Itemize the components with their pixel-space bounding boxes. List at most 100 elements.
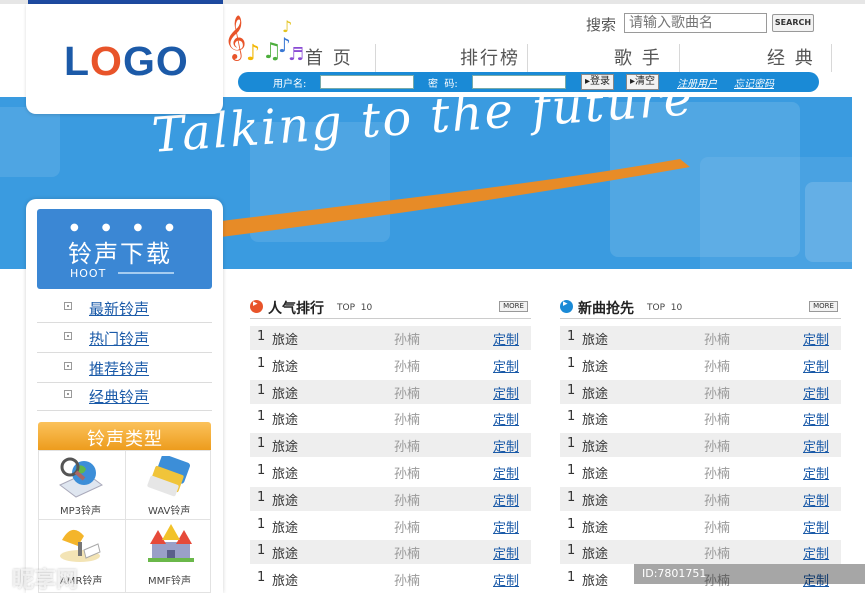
song-title[interactable]: 旅途 [582,490,608,509]
sidebar-item-label[interactable]: 最新铃声 [89,298,149,319]
song-title[interactable]: 旅途 [582,463,608,482]
list-row: 1 旅途 孙楠 定制 [250,540,531,565]
customize-link[interactable]: 定制 [493,356,519,375]
password-field[interactable] [472,75,566,89]
customize-link[interactable]: 定制 [803,383,829,402]
arrow-glyph: ▸ [563,299,568,309]
rank-number: 1 [567,409,576,425]
login-button[interactable]: ▸登录 [581,74,615,90]
mmf-castle-icon[interactable] [146,522,196,564]
customize-link[interactable]: 定制 [493,517,519,536]
customize-link[interactable]: 定制 [493,490,519,509]
artist-name: 孙楠 [704,359,731,375]
song-title[interactable]: 旅途 [582,383,608,402]
customize-link[interactable]: 定制 [493,436,519,455]
amr-lamp-icon[interactable] [56,522,106,564]
sidebar-item-latest[interactable]: 最新铃声 [37,294,212,323]
sidebar-item-classic[interactable]: 经典铃声 [37,382,212,411]
song-title[interactable]: 旅途 [272,517,298,536]
artist-name: 孙楠 [704,440,731,456]
rank-number: 1 [257,489,266,505]
artist-name: 孙楠 [394,413,421,429]
song-title[interactable]: 旅途 [272,383,298,402]
song-title[interactable]: 旅途 [582,436,608,455]
customize-link[interactable]: 定制 [803,517,829,536]
search-input[interactable] [624,13,767,33]
bullet-icon [64,390,72,398]
customize-link[interactable]: 定制 [803,490,829,509]
song-title[interactable]: 旅途 [272,490,298,509]
song-title[interactable]: 旅途 [272,356,298,375]
rank-number: 1 [567,543,576,559]
song-title[interactable]: 旅途 [582,409,608,428]
grid-divider [38,519,211,520]
bullet-icon [64,362,72,370]
customize-link[interactable]: 定制 [493,463,519,482]
watermark-left: 昵享网 [12,568,79,593]
rank-number: 1 [567,355,576,371]
nav-singers[interactable]: 歌 手 [614,44,662,70]
customize-link[interactable]: 定制 [803,329,829,348]
song-title[interactable]: 旅途 [582,570,608,589]
customize-link[interactable]: 定制 [493,543,519,562]
search-button[interactable]: SEARCH [772,14,814,32]
nav-charts[interactable]: 排行榜 [460,44,520,70]
forgot-password-link[interactable]: 忘记密码 [734,75,774,90]
customize-link[interactable]: 定制 [493,329,519,348]
song-title[interactable]: 旅途 [272,329,298,348]
register-link[interactable]: 注册用户 [677,75,717,90]
customize-link[interactable]: 定制 [803,409,829,428]
sidebar-item-label[interactable]: 推荐铃声 [89,358,149,379]
song-title[interactable]: 旅途 [272,409,298,428]
song-title[interactable]: 旅途 [272,570,298,589]
wav-cards-icon[interactable] [146,456,196,498]
popular-more-button[interactable]: MORE [499,301,528,312]
clear-button[interactable]: ▸清空 [626,74,660,90]
sidebar-item-hot[interactable]: 热门铃声 [37,324,212,353]
page: Talking to the future LOGO 𝄞 ♪ ♫ ♪ ♪ ♬ 搜… [0,0,865,593]
rank-number: 1 [567,516,576,532]
song-title[interactable]: 旅途 [582,356,608,375]
artist-name: 孙楠 [394,467,421,482]
ringtone-types-title: 铃声类型 [87,429,163,450]
nav-divider [831,44,832,72]
logo[interactable]: LOGO [64,38,189,85]
list-row: 1 旅途 孙楠 定制 [560,353,841,377]
nav-classics[interactable]: 经 典 [767,44,815,70]
type-label-wav[interactable]: WAV铃声 [148,502,190,517]
rank-number: 1 [257,355,266,371]
type-label-mp3[interactable]: MP3铃声 [60,502,101,517]
artist-name: 孙楠 [394,333,421,348]
artist-name: 孙楠 [394,574,421,590]
new-songs-more-button[interactable]: MORE [809,301,838,312]
list-row: 1 旅途 孙楠 定制 [560,433,841,458]
song-title[interactable]: 旅途 [272,543,298,562]
customize-link[interactable]: 定制 [493,570,519,589]
customize-link[interactable]: 定制 [803,356,829,375]
rank-number: 1 [257,409,266,425]
song-title[interactable]: 旅途 [582,517,608,536]
sidebar-item-recommended[interactable]: 推荐铃声 [37,354,212,383]
list-row: 1 旅途 孙楠 定制 [250,460,531,484]
new-songs-top: TOP 10 [647,303,683,313]
artist-name: 孙楠 [394,359,421,375]
customize-link[interactable]: 定制 [493,383,519,402]
sidebar-item-label[interactable]: 经典铃声 [89,386,149,407]
customize-link[interactable]: 定制 [493,409,519,428]
type-label-mmf[interactable]: MMF铃声 [148,572,191,587]
search-label: 搜索 [586,16,617,34]
song-title[interactable]: 旅途 [582,543,608,562]
mp3-globe-icon[interactable] [56,455,106,500]
logo-card[interactable]: LOGO [26,4,223,114]
username-field[interactable] [320,75,414,89]
song-title[interactable]: 旅途 [272,436,298,455]
song-title[interactable]: 旅途 [272,463,298,482]
song-title[interactable]: 旅途 [582,329,608,348]
customize-link[interactable]: 定制 [803,543,829,562]
svg-text:𝄞: 𝄞 [224,15,246,61]
arrow-glyph: ▸ [253,299,258,309]
sidebar-item-label[interactable]: 热门铃声 [89,328,149,349]
customize-link[interactable]: 定制 [803,436,829,455]
customize-link[interactable]: 定制 [803,463,829,482]
nav-home[interactable]: 首 页 [305,44,353,70]
